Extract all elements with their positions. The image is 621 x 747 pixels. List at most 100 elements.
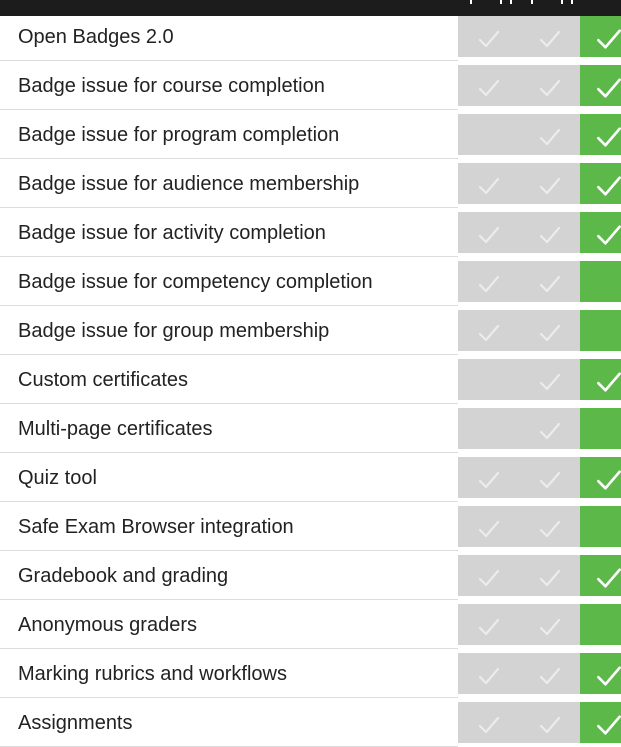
header-mark xyxy=(470,0,472,4)
plan-3-cell xyxy=(580,457,621,502)
table-row: Marking rubrics and workflows xyxy=(0,653,621,698)
plan-2-cell xyxy=(519,310,580,355)
feature-label: Anonymous graders xyxy=(18,614,197,636)
feature-label: Badge issue for course completion xyxy=(18,75,325,97)
row-divider xyxy=(0,648,458,649)
row-divider xyxy=(0,501,458,502)
row-divider xyxy=(0,599,458,600)
plan-3-cell xyxy=(580,604,621,649)
plan-3-cell xyxy=(580,408,621,453)
row-divider xyxy=(0,305,458,306)
checkmark-icon xyxy=(580,467,621,493)
checkmark-icon xyxy=(580,75,621,101)
plan-2-cell xyxy=(519,114,580,159)
checkmark-icon xyxy=(538,714,562,736)
checkmark-icon xyxy=(477,28,501,50)
feature-label: Badge issue for competency completion xyxy=(18,271,373,293)
feature-label: Custom certificates xyxy=(18,369,189,391)
plan-3-cell xyxy=(580,212,621,257)
table-row: Badge issue for audience membership xyxy=(0,163,621,208)
plan-1-cell xyxy=(458,65,519,110)
table-row: Assignments xyxy=(0,702,621,747)
feature-label: Badge issue for program completion xyxy=(18,124,340,146)
plan-2-cell xyxy=(519,506,580,551)
plan-3-cell xyxy=(580,359,621,404)
feature-label: Gradebook and grading xyxy=(18,565,229,587)
checkmark-icon xyxy=(538,273,562,295)
plan-1-cell xyxy=(458,604,519,649)
checkmark-icon xyxy=(538,518,562,540)
table-row: Multi-page certificates xyxy=(0,408,621,453)
row-divider xyxy=(0,158,458,159)
plan-1-cell xyxy=(458,408,519,453)
checkmark-icon xyxy=(580,124,621,150)
plan-1-cell xyxy=(458,555,519,600)
row-divider xyxy=(0,403,458,404)
plan-2-cell xyxy=(519,163,580,208)
checkmark-icon xyxy=(538,420,562,442)
checkmark-icon xyxy=(538,175,562,197)
checkmark-icon xyxy=(477,714,501,736)
plan-1-cell xyxy=(458,114,519,159)
plan-1-cell xyxy=(458,310,519,355)
row-divider xyxy=(0,207,458,208)
checkmark-icon xyxy=(538,469,562,491)
plan-1-cell xyxy=(458,506,519,551)
table-row: Badge issue for group membership xyxy=(0,310,621,355)
plan-1-cell xyxy=(458,212,519,257)
checkmark-icon xyxy=(538,616,562,638)
plan-3-cell xyxy=(580,702,621,747)
table-row: Open Badges 2.0 xyxy=(0,16,621,61)
plan-2-cell xyxy=(519,604,580,649)
checkmark-icon xyxy=(538,77,562,99)
checkmark-icon xyxy=(580,663,621,689)
plan-1-cell xyxy=(458,457,519,502)
plan-2-cell xyxy=(519,16,580,61)
checkmark-icon xyxy=(538,371,562,393)
row-divider xyxy=(0,256,458,257)
plan-3-cell xyxy=(580,506,621,551)
row-divider xyxy=(0,452,458,453)
plan-1-cell xyxy=(458,261,519,306)
feature-label: Assignments xyxy=(18,712,133,734)
feature-label: Quiz tool xyxy=(18,467,97,489)
feature-label: Safe Exam Browser integration xyxy=(18,516,294,538)
plan-1-cell xyxy=(458,359,519,404)
table-row: Gradebook and grading xyxy=(0,555,621,600)
feature-label: Multi-page certificates xyxy=(18,418,213,440)
plan-1-cell xyxy=(458,653,519,698)
table-row: Anonymous graders xyxy=(0,604,621,649)
checkmark-icon xyxy=(580,369,621,395)
plan-3-cell xyxy=(580,163,621,208)
checkmark-icon xyxy=(477,518,501,540)
plan-2-cell xyxy=(519,653,580,698)
checkmark-icon xyxy=(477,273,501,295)
plan-2-cell xyxy=(519,555,580,600)
checkmark-icon xyxy=(580,712,621,738)
feature-label: Marking rubrics and workflows xyxy=(18,663,287,685)
table-row: Badge issue for competency completion xyxy=(0,261,621,306)
checkmark-icon xyxy=(538,567,562,589)
plan-3-cell xyxy=(580,261,621,306)
checkmark-icon xyxy=(580,222,621,248)
checkmark-icon xyxy=(538,322,562,344)
plan-3-cell xyxy=(580,310,621,355)
feature-label: Badge issue for audience membership xyxy=(18,173,360,195)
table-row: Quiz tool xyxy=(0,457,621,502)
plan-1-cell xyxy=(458,702,519,747)
plan-2-cell xyxy=(519,457,580,502)
checkmark-icon xyxy=(580,565,621,591)
feature-label: Badge issue for activity completion xyxy=(18,222,326,244)
plan-2-cell xyxy=(519,408,580,453)
table-row: Badge issue for program completion xyxy=(0,114,621,159)
header-mark xyxy=(561,0,573,4)
plan-1-cell xyxy=(458,16,519,61)
checkmark-icon xyxy=(477,665,501,687)
checkmark-icon xyxy=(538,126,562,148)
plan-2-cell xyxy=(519,65,580,110)
checkmark-icon xyxy=(477,616,501,638)
row-divider xyxy=(0,60,458,61)
row-divider xyxy=(0,697,458,698)
checkmark-icon xyxy=(538,665,562,687)
table-row: Custom certificates xyxy=(0,359,621,404)
